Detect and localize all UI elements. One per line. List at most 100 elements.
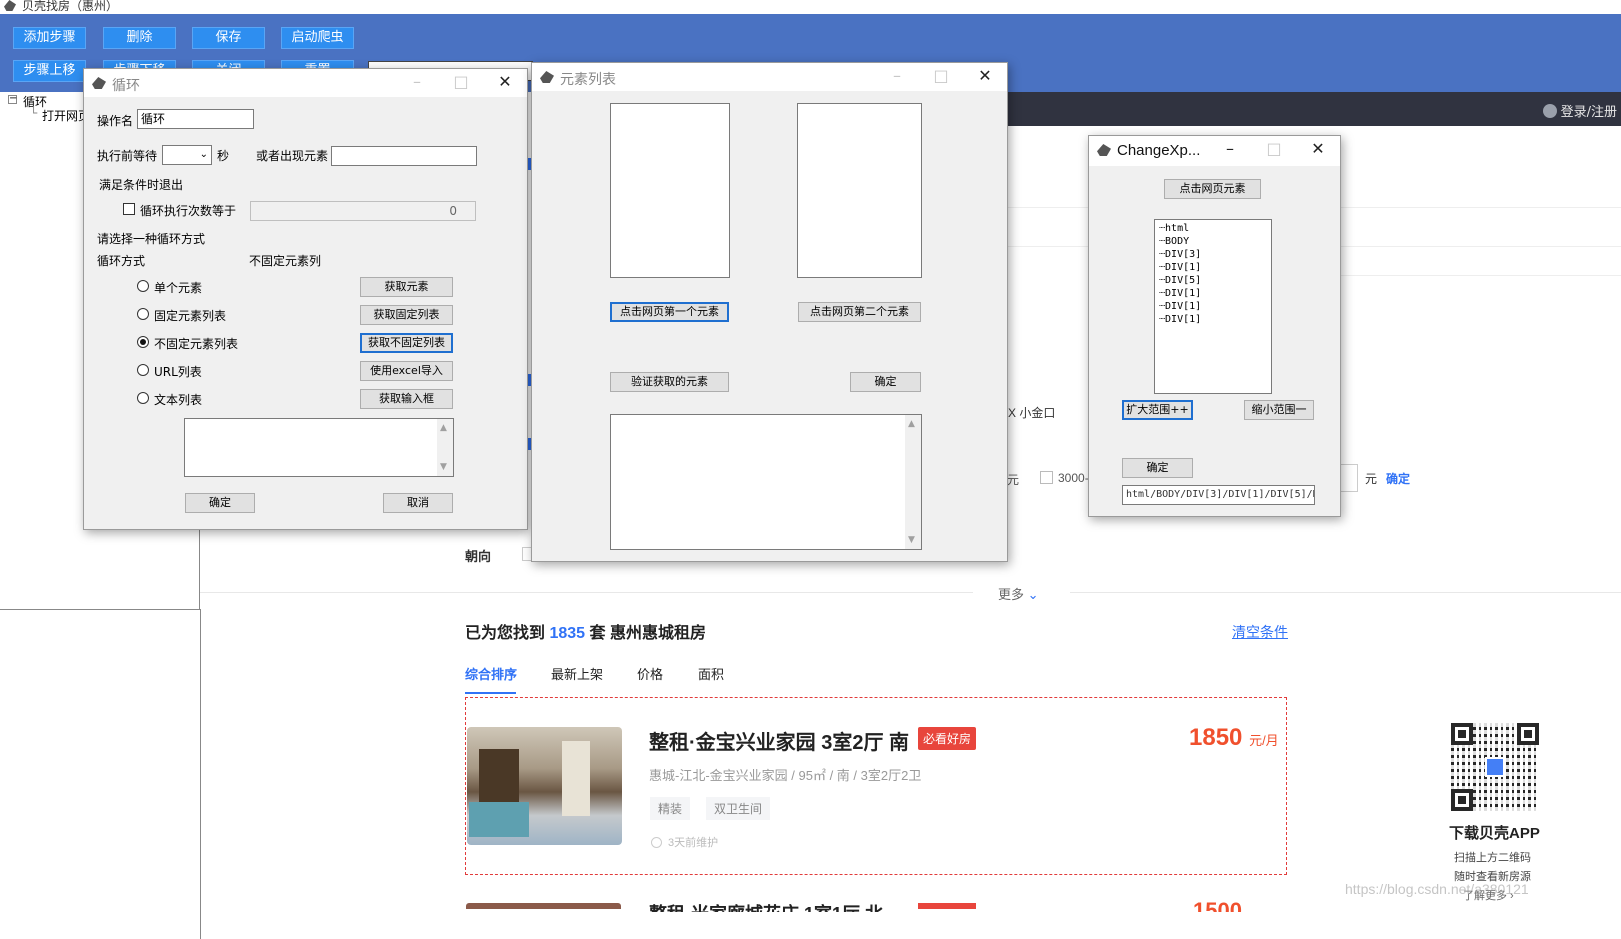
clear-filters-link[interactable]: 清空条件 bbox=[1232, 622, 1288, 642]
login-label: 登录/注册 bbox=[1560, 105, 1617, 120]
tree-node[interactable]: ┈BODY bbox=[1159, 236, 1189, 247]
loop-count-label: 循环执行次数等于 bbox=[140, 204, 237, 218]
more-filters-link[interactable]: 更多 ⌄ bbox=[998, 584, 1039, 603]
active-tab-indicator bbox=[465, 692, 516, 694]
radio-fixed-list[interactable] bbox=[137, 308, 149, 320]
loop-count-stepper[interactable]: 0 bbox=[250, 201, 476, 221]
get-fixed-list-button[interactable]: 获取固定列表 bbox=[360, 305, 453, 325]
price-option[interactable]: 3000- bbox=[1058, 471, 1089, 485]
app-logo-icon bbox=[1485, 757, 1505, 777]
minimize-icon[interactable]: – bbox=[1220, 140, 1240, 160]
chevron-down-icon: ⌄ bbox=[1027, 587, 1039, 602]
xpath-tree[interactable]: ┈html ┈BODY ┈DIV[3] ┈DIV[1] ┈DIV[5] ┈DIV… bbox=[1154, 219, 1272, 394]
dialog-title: 循环 bbox=[112, 78, 140, 94]
tab-price[interactable]: 价格 bbox=[637, 664, 663, 683]
radio-variable-list[interactable] bbox=[137, 336, 149, 348]
verify-elements-button[interactable]: 验证获取的元素 bbox=[610, 372, 729, 392]
add-step-button[interactable]: 添加步骤 bbox=[13, 27, 86, 49]
qr-code bbox=[1451, 723, 1539, 811]
listing-title[interactable]: 整租·金宝兴业家园 3室2厅 南 bbox=[649, 726, 909, 755]
elements-output[interactable]: ▲ ▼ bbox=[610, 414, 922, 550]
app-titlebar: 贝壳找房（惠州） bbox=[0, 0, 1621, 14]
wait-unit: 秒 bbox=[217, 149, 230, 163]
price-confirm-link[interactable]: 确定 bbox=[1386, 470, 1410, 487]
delete-button[interactable]: 删除 bbox=[103, 27, 176, 49]
tag-bathrooms: 双卫生间 bbox=[706, 797, 771, 820]
exit-condition-label: 满足条件时退出 bbox=[99, 178, 184, 192]
dialog-titlebar: 元素列表 – □ ✕ bbox=[532, 63, 1007, 91]
app-icon bbox=[1097, 144, 1111, 156]
save-button[interactable]: 保存 bbox=[192, 27, 265, 49]
import-excel-button[interactable]: 使用excel导入 bbox=[360, 361, 453, 381]
tree-connector: └ bbox=[30, 106, 38, 120]
get-element-button[interactable]: 获取元素 bbox=[360, 277, 453, 297]
radio-single-element[interactable] bbox=[137, 280, 149, 292]
tree-node[interactable]: ┈DIV[1] bbox=[1159, 288, 1201, 299]
wait-select[interactable]: ⌄ bbox=[162, 145, 212, 165]
op-name-input[interactable]: 循环 bbox=[137, 109, 254, 129]
listing-title[interactable]: 整租·米家廊城花庄 1室1厅 北 bbox=[649, 900, 909, 912]
choose-mode-label: 请选择一种循环方式 bbox=[97, 232, 206, 246]
watermark: https://blog.csdn.net/a380121 bbox=[1345, 881, 1529, 897]
close-icon[interactable]: ✕ bbox=[975, 67, 995, 87]
first-element-list[interactable] bbox=[610, 103, 730, 278]
tab-newest[interactable]: 最新上架 bbox=[551, 664, 603, 683]
xpath-field[interactable]: html/BODY/DIV[3]/DIV[1]/DIV[5]/DIV[1] bbox=[1122, 485, 1315, 505]
maximize-icon[interactable]: □ bbox=[1264, 140, 1284, 160]
click-web-element-button[interactable]: 点击网页元素 bbox=[1164, 179, 1261, 199]
tree-node[interactable]: ┈DIV[3] bbox=[1159, 249, 1201, 260]
tree-node[interactable]: ┈html bbox=[1159, 223, 1189, 234]
expand-range-button[interactable]: 扩大范围++ bbox=[1122, 400, 1193, 420]
ok-button[interactable]: 确定 bbox=[1122, 458, 1193, 478]
minimize-icon[interactable]: – bbox=[407, 73, 427, 93]
start-crawler-button[interactable]: 启动爬虫 bbox=[281, 27, 354, 49]
dialog-titlebar: ChangeXp... – □ ✕ bbox=[1089, 136, 1340, 166]
listing-photo[interactable] bbox=[466, 903, 621, 909]
filter-option-xiaojinkou[interactable]: X 小金口 bbox=[1008, 404, 1055, 421]
minimize-icon[interactable]: – bbox=[887, 67, 907, 87]
text-list-box[interactable]: ▲ ▼ bbox=[184, 418, 454, 477]
click-second-element-button[interactable]: 点击网页第二个元素 bbox=[798, 302, 921, 322]
close-icon[interactable]: ✕ bbox=[495, 73, 515, 93]
login-link[interactable]: 登录/注册 bbox=[1542, 101, 1617, 120]
tab-default-sort[interactable]: 综合排序 bbox=[465, 664, 517, 683]
scrollbar[interactable]: ▲ ▼ bbox=[905, 415, 921, 549]
user-icon bbox=[1542, 104, 1557, 118]
clock-icon bbox=[651, 837, 662, 848]
step-up-button[interactable]: 步骤上移 bbox=[13, 60, 86, 82]
listing-photo[interactable] bbox=[467, 727, 622, 845]
divider bbox=[200, 592, 973, 593]
tree-node[interactable]: ┈DIV[1] bbox=[1159, 262, 1201, 273]
ok-button[interactable]: 确定 bbox=[850, 372, 921, 392]
ok-button[interactable]: 确定 bbox=[185, 493, 255, 513]
tab-area[interactable]: 面积 bbox=[698, 664, 724, 683]
loop-dialog: 循环 – □ ✕ 操作名 循环 执行前等待 ⌄ 秒 或者出现元素 满足条件时退出… bbox=[83, 68, 528, 530]
tree-node[interactable]: ┈DIV[1] bbox=[1159, 301, 1201, 312]
appear-element-input[interactable] bbox=[331, 146, 477, 166]
collapse-icon[interactable]: − bbox=[8, 94, 17, 104]
get-variable-list-button[interactable]: 获取不固定列表 bbox=[360, 333, 453, 353]
result-number: 1835 bbox=[549, 625, 586, 642]
dialog-title: ChangeXp... bbox=[1117, 142, 1201, 159]
radio-text-list[interactable] bbox=[137, 392, 149, 404]
get-input-button[interactable]: 获取输入框 bbox=[360, 389, 453, 409]
tree-node[interactable]: ┈DIV[1] bbox=[1159, 314, 1201, 325]
cancel-button[interactable]: 取消 bbox=[383, 493, 453, 513]
scrollbar[interactable]: ▲ ▼ bbox=[437, 419, 453, 476]
price-input[interactable] bbox=[1340, 464, 1358, 492]
listing-updated: 3天前维护 bbox=[651, 834, 718, 850]
radio-url-list[interactable] bbox=[137, 364, 149, 376]
second-element-list[interactable] bbox=[797, 103, 922, 278]
close-icon[interactable]: ✕ bbox=[1308, 140, 1328, 160]
maximize-icon[interactable]: □ bbox=[931, 67, 951, 87]
click-first-element-button[interactable]: 点击网页第一个元素 bbox=[610, 302, 729, 322]
shrink-range-button[interactable]: 缩小范围一 bbox=[1244, 400, 1314, 420]
listing-price: 1500 bbox=[1193, 898, 1242, 912]
tree-node[interactable]: ┈DIV[5] bbox=[1159, 275, 1201, 286]
loop-count-checkbox[interactable] bbox=[123, 203, 135, 215]
price-checkbox[interactable] bbox=[1040, 471, 1053, 484]
divider bbox=[1070, 592, 1621, 593]
filter-unit: 元 bbox=[1007, 473, 1020, 487]
maximize-icon[interactable]: □ bbox=[451, 73, 471, 93]
must-see-badge: 必看好房 bbox=[918, 727, 977, 750]
